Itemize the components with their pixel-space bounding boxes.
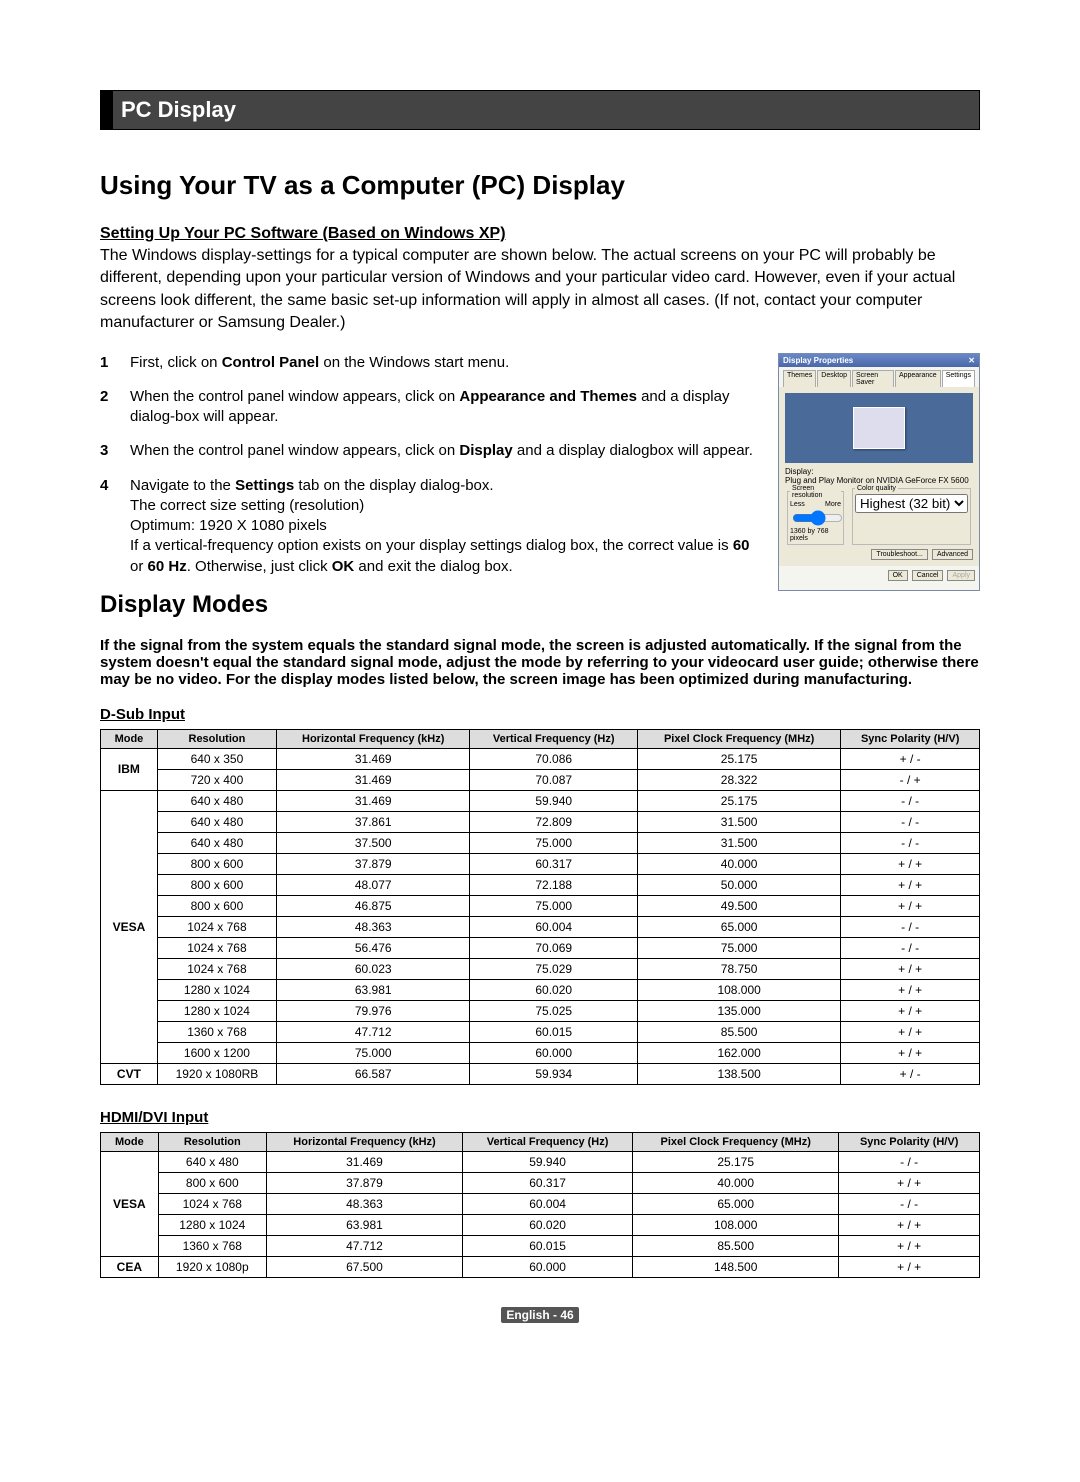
page-title: Using Your TV as a Computer (PC) Display bbox=[100, 170, 980, 201]
tab-themes[interactable]: Themes bbox=[783, 370, 816, 387]
table-row: 800 x 60037.87960.31740.000+ / + bbox=[101, 853, 980, 874]
steps-list: 1First, click on Control Panel on the Wi… bbox=[100, 353, 754, 591]
mode-cell: IBM bbox=[101, 748, 158, 790]
col-pclk: Pixel Clock Frequency (MHz) bbox=[637, 729, 840, 748]
table-row: 720 x 40031.46970.08728.322- / + bbox=[101, 769, 980, 790]
col-hfreq: Horizontal Frequency (kHz) bbox=[277, 729, 470, 748]
table-row: 800 x 60048.07772.18850.000+ / + bbox=[101, 874, 980, 895]
col-mode: Mode bbox=[101, 1132, 159, 1151]
table-row: 800 x 60046.87575.00049.500+ / + bbox=[101, 895, 980, 916]
table-row: 1600 x 120075.00060.000162.000+ / + bbox=[101, 1042, 980, 1063]
table-row: 1280 x 102463.98160.020108.000+ / + bbox=[101, 1214, 980, 1235]
dsub-heading: D-Sub Input bbox=[100, 706, 980, 723]
mode-cell: CVT bbox=[101, 1063, 158, 1084]
section-header: PC Display bbox=[100, 90, 980, 130]
dsub-table: ModeResolutionHorizontal Frequency (kHz)… bbox=[100, 729, 980, 1085]
display-properties-dialog: Display Properties ✕ Themes Desktop Scre… bbox=[778, 353, 980, 591]
advanced-button[interactable]: Advanced bbox=[932, 549, 973, 560]
table-row: IBM640 x 35031.46970.08625.175+ / - bbox=[101, 748, 980, 769]
col-mode: Mode bbox=[101, 729, 158, 748]
setting-heading: Setting Up Your PC Software (Based on Wi… bbox=[100, 225, 980, 243]
hdmi-table: ModeResolutionHorizontal Frequency (kHz)… bbox=[100, 1132, 980, 1278]
table-row: CEA1920 x 1080p67.50060.000148.500+ / + bbox=[101, 1256, 980, 1277]
tab-appearance[interactable]: Appearance bbox=[895, 370, 941, 387]
table-row: 1024 x 76860.02375.02978.750+ / + bbox=[101, 958, 980, 979]
col-vfreq: Vertical Frequency (Hz) bbox=[463, 1132, 633, 1151]
close-icon[interactable]: ✕ bbox=[968, 356, 975, 365]
apply-button[interactable]: Apply bbox=[947, 570, 975, 581]
table-row: 1360 x 76847.71260.01585.500+ / + bbox=[101, 1021, 980, 1042]
table-row: VESA640 x 48031.46959.94025.175- / - bbox=[101, 790, 980, 811]
table-row: 1360 x 76847.71260.01585.500+ / + bbox=[101, 1235, 980, 1256]
table-row: 640 x 48037.50075.00031.500- / - bbox=[101, 832, 980, 853]
mode-cell: VESA bbox=[101, 790, 158, 1063]
mode-cell: VESA bbox=[101, 1151, 159, 1256]
display-label: Display: bbox=[785, 467, 973, 476]
modes-intro: If the signal from the system equals the… bbox=[100, 637, 980, 688]
table-row: VESA640 x 48031.46959.94025.175- / - bbox=[101, 1151, 980, 1172]
color-quality-select[interactable]: Highest (32 bit) bbox=[855, 494, 968, 513]
table-row: 800 x 60037.87960.31740.000+ / + bbox=[101, 1172, 980, 1193]
troubleshoot-button[interactable]: Troubleshoot... bbox=[871, 549, 927, 560]
table-row: CVT1920 x 1080RB66.58759.934138.500+ / - bbox=[101, 1063, 980, 1084]
table-row: 1280 x 102479.97675.025135.000+ / + bbox=[101, 1000, 980, 1021]
modes-heading: Display Modes bbox=[100, 591, 980, 619]
col-sync: Sync Polarity (H/V) bbox=[839, 1132, 980, 1151]
monitor-preview bbox=[785, 393, 973, 463]
mode-cell: CEA bbox=[101, 1256, 159, 1277]
cancel-button[interactable]: Cancel bbox=[912, 570, 944, 581]
col-hfreq: Horizontal Frequency (kHz) bbox=[266, 1132, 462, 1151]
ok-button[interactable]: OK bbox=[888, 570, 908, 581]
hdmi-heading: HDMI/DVI Input bbox=[100, 1109, 980, 1126]
col-pclk: Pixel Clock Frequency (MHz) bbox=[633, 1132, 839, 1151]
dialog-title: Display Properties bbox=[783, 356, 853, 365]
col-sync: Sync Polarity (H/V) bbox=[841, 729, 980, 748]
intro-paragraph: The Windows display-settings for a typic… bbox=[100, 245, 980, 335]
col-resolution: Resolution bbox=[157, 729, 276, 748]
col-vfreq: Vertical Frequency (Hz) bbox=[470, 729, 638, 748]
table-row: 1024 x 76848.36360.00465.000- / - bbox=[101, 916, 980, 937]
table-row: 1280 x 102463.98160.020108.000+ / + bbox=[101, 979, 980, 1000]
section-header-text: PC Display bbox=[113, 91, 979, 129]
display-value: Plug and Play Monitor on NVIDIA GeForce … bbox=[785, 476, 973, 485]
tab-desktop[interactable]: Desktop bbox=[817, 370, 851, 387]
col-resolution: Resolution bbox=[158, 1132, 266, 1151]
page-footer: English - 46 bbox=[100, 1308, 980, 1322]
table-row: 1024 x 76856.47670.06975.000- / - bbox=[101, 937, 980, 958]
resolution-slider[interactable] bbox=[792, 510, 843, 526]
table-row: 640 x 48037.86172.80931.500- / - bbox=[101, 811, 980, 832]
tab-settings[interactable]: Settings bbox=[942, 370, 975, 387]
tab-screensaver[interactable]: Screen Saver bbox=[852, 370, 894, 387]
table-row: 1024 x 76848.36360.00465.000- / - bbox=[101, 1193, 980, 1214]
